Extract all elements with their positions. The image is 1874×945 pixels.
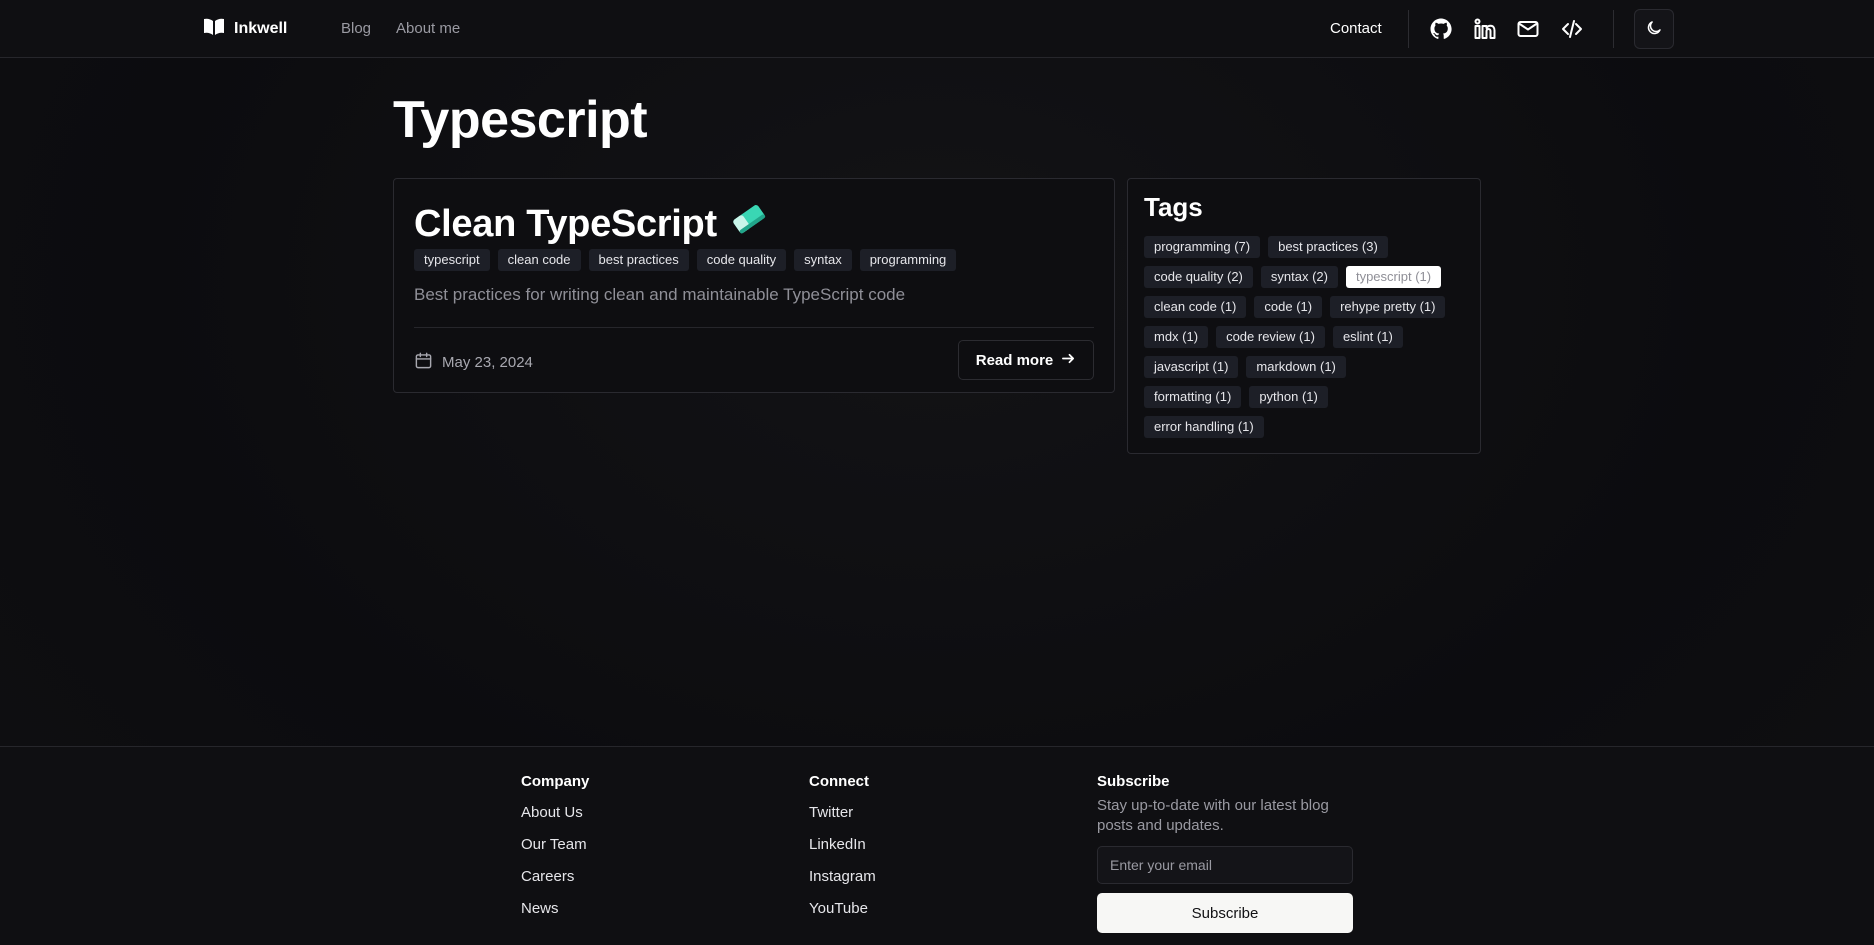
nav-blog-link[interactable]: Blog [341,20,371,37]
logo-link[interactable]: Inkwell [202,18,287,40]
code-icon[interactable] [1559,16,1585,42]
tag-chip[interactable]: eslint (1) [1332,326,1403,348]
tag-chip[interactable]: python (1) [1249,386,1328,408]
post-tag-chip[interactable]: typescript [414,249,490,271]
tag-chip[interactable]: code review (1) [1216,326,1325,348]
post-title-link[interactable]: Clean TypeScript [414,199,769,249]
post-title-text: Clean TypeScript [414,202,717,245]
post-description: Best practices for writing clean and mai… [414,285,906,304]
theme-toggle-button[interactable] [1634,9,1674,49]
tag-chip[interactable]: clean code (1) [1144,296,1247,318]
tag-chip[interactable]: formatting (1) [1144,386,1242,408]
tag-chip[interactable]: error handling (1) [1144,416,1264,438]
footer-link-twitter[interactable]: Twitter [809,804,876,836]
post-card: Clean TypeScript typescript clean code b… [393,178,1115,393]
tag-chip[interactable]: syntax (2) [1260,266,1338,288]
subscribe-button[interactable]: Subscribe [1097,893,1353,933]
site-header: Inkwell Blog About me Contact [0,0,1874,58]
read-more-button[interactable]: Read more [958,340,1094,380]
mail-icon[interactable] [1515,16,1541,42]
calendar-icon [414,351,433,374]
post-tag-chip[interactable]: programming [859,249,957,271]
post-divider [414,327,1094,328]
footer-link-instagram[interactable]: Instagram [809,868,876,900]
linkedin-icon[interactable] [1472,16,1498,42]
contact-link[interactable]: Contact [1330,20,1382,37]
tag-chip[interactable]: programming (7) [1144,236,1261,258]
post-tag-chip[interactable]: clean code [497,249,581,271]
footer-link-careers[interactable]: Careers [521,868,589,900]
header-divider [1408,10,1409,48]
footer-link-about-us[interactable]: About Us [521,804,589,836]
footer-heading: Connect [809,773,869,790]
post-tag-chip[interactable]: syntax [794,249,852,271]
footer-link-linkedin[interactable]: LinkedIn [809,836,876,868]
header-divider [1613,10,1614,48]
arrow-right-icon [1061,351,1076,370]
tag-chip[interactable]: javascript (1) [1144,356,1239,378]
email-input[interactable] [1097,846,1353,884]
moon-icon [1645,19,1663,40]
footer-heading: Company [521,773,590,790]
post-date: May 23, 2024 [414,351,533,374]
tag-chip[interactable]: best practices (3) [1268,236,1388,258]
open-book-icon [202,17,226,42]
footer-subscribe-column: Subscribe Stay up-to-date with our lates… [1097,773,1357,933]
site-footer: Company About Us Our Team Careers News C… [0,746,1874,945]
tag-chip-active[interactable]: typescript (1) [1345,266,1442,288]
tag-chip[interactable]: markdown (1) [1246,356,1346,378]
footer-link-youtube[interactable]: YouTube [809,900,876,932]
tag-row: formatting (1) python (1) [1144,386,1328,408]
footer-company-column: Company About Us Our Team Careers News [521,773,589,932]
post-tag-chip[interactable]: code quality [696,249,787,271]
post-tag-list: typescript clean code best practices cod… [414,249,957,271]
footer-link-our-team[interactable]: Our Team [521,836,589,868]
page-title: Typescript [393,91,648,149]
eraser-icon [729,199,769,249]
subscribe-description: Stay up-to-date with our latest blog pos… [1097,797,1329,834]
post-tag-chip[interactable]: best practices [588,249,689,271]
read-more-label: Read more [975,351,1054,369]
footer-link-news[interactable]: News [521,900,589,932]
nav-about-link[interactable]: About me [396,20,460,37]
tag-row: code quality (2) syntax (2) typescript (… [1144,266,1442,288]
tag-chip[interactable]: rehype pretty (1) [1330,296,1446,318]
tags-panel: Tags programming (7) best practices (3) … [1127,178,1481,454]
github-icon[interactable] [1428,16,1454,42]
tag-row: error handling (1) [1144,416,1264,438]
footer-connect-column: Connect Twitter LinkedIn Instagram YouTu… [809,773,876,932]
tag-chip[interactable]: code (1) [1254,296,1323,318]
tag-row: javascript (1) markdown (1) [1144,356,1346,378]
footer-heading: Subscribe [1097,773,1170,790]
logo-text: Inkwell [234,20,288,37]
tag-chip[interactable]: code quality (2) [1144,266,1253,288]
tags-title: Tags [1144,192,1203,222]
tag-row: clean code (1) code (1) rehype pretty (1… [1144,296,1446,318]
tag-row: mdx (1) code review (1) eslint (1) [1144,326,1403,348]
tag-chip[interactable]: mdx (1) [1144,326,1209,348]
tag-row: programming (7) best practices (3) [1144,236,1388,258]
post-date-text: May 23, 2024 [442,354,533,371]
